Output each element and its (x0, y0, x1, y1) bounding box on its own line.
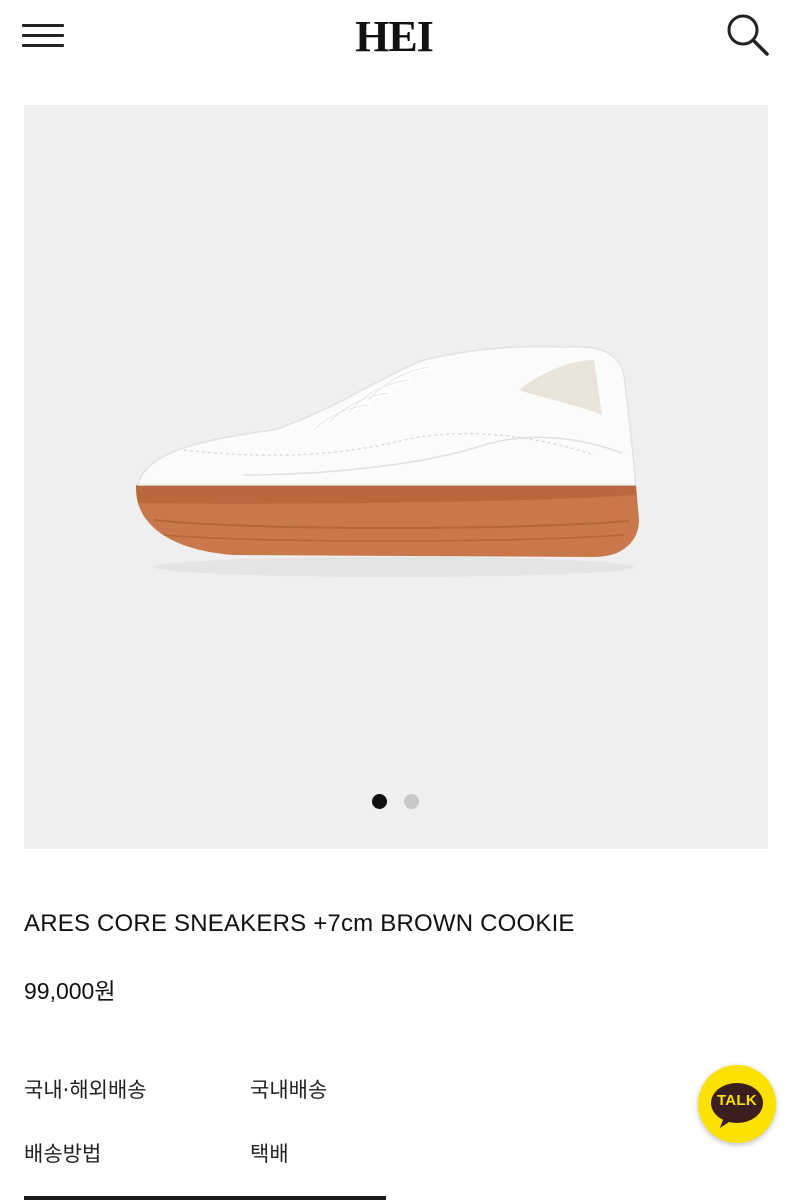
carousel-pagination (24, 794, 768, 810)
shipping-method-label: 배송방법 (24, 1142, 102, 1166)
shipping-scope-label: 국내·해외배송 (24, 1078, 147, 1102)
product-image-gallery[interactable] (24, 105, 768, 849)
brand-logo-text: HEI (355, 12, 433, 58)
kakaotalk-chat-button[interactable]: TALK (698, 1065, 776, 1143)
hamburger-menu-icon[interactable] (22, 20, 64, 52)
top-header: HEI (0, 0, 791, 72)
brand-logo[interactable]: HEI (344, 10, 444, 58)
carousel-dot[interactable] (404, 794, 419, 809)
shipping-scope-row: 국내·해외배송 국내배송 (24, 1074, 524, 1104)
shipping-method-value: 택배 (250, 1142, 289, 1166)
product-title: ARES CORE SNEAKERS +7cm BROWN COOKIE (24, 910, 575, 937)
carousel-dot-active[interactable] (372, 794, 387, 809)
chat-label: TALK (716, 1092, 758, 1109)
shipping-scope-value: 국내배송 (250, 1078, 328, 1102)
search-icon[interactable] (724, 11, 770, 57)
product-image (135, 345, 639, 577)
product-price: 99,000원 (24, 978, 116, 1004)
bottom-divider (24, 1196, 386, 1200)
shipping-method-row: 배송방법 택배 (24, 1138, 524, 1168)
